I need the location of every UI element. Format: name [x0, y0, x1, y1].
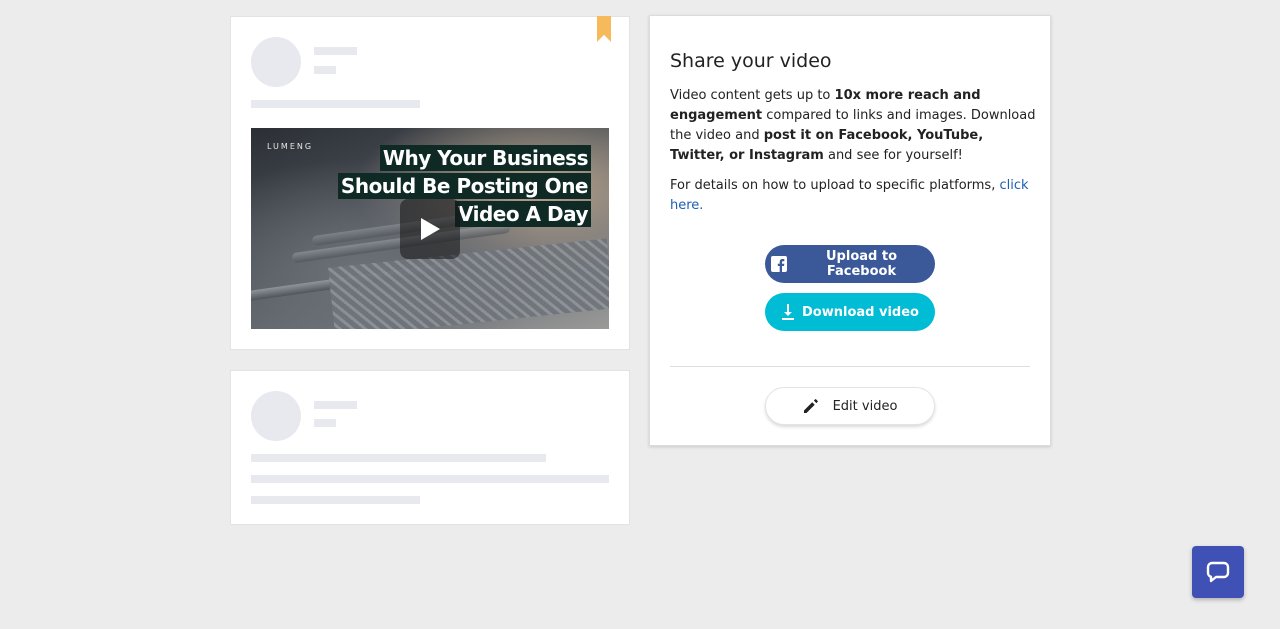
share-details-text: For details on how to upload to specific…	[670, 176, 1040, 216]
edit-video-label: Edit video	[832, 398, 898, 414]
meta-placeholder	[314, 419, 336, 427]
video-headline-line: Should Be Posting One	[337, 173, 591, 199]
video-headline: Why Your Business Should Be Posting One …	[337, 145, 591, 229]
video-brand-text: LUMENG	[267, 142, 314, 151]
upload-to-facebook-label: Upload to Facebook	[826, 249, 897, 279]
text-placeholder	[251, 475, 609, 483]
name-placeholder	[314, 401, 357, 409]
text-placeholder	[251, 100, 420, 108]
post-preview-card: LUMENG Why Your Business Should Be Posti…	[230, 16, 630, 350]
intro-text-part: Video content gets up to	[670, 88, 835, 103]
chat-widget-button[interactable]	[1192, 546, 1244, 598]
video-headline-line: Why Your Business	[379, 145, 591, 171]
name-placeholder	[314, 47, 357, 55]
download-video-label: Download video	[802, 304, 919, 320]
avatar-placeholder	[251, 391, 301, 441]
details-text: For details on how to upload to specific…	[670, 178, 1000, 193]
pencil-icon	[803, 398, 819, 414]
share-video-panel: Share your video Video content gets up t…	[649, 15, 1051, 446]
intro-text-part: and see for yourself!	[823, 148, 963, 163]
chat-bubble-icon	[1206, 561, 1230, 583]
bookmark-ribbon-icon	[597, 16, 611, 42]
text-placeholder	[251, 454, 546, 462]
facebook-icon	[771, 256, 787, 272]
play-icon	[421, 218, 440, 240]
download-icon	[781, 304, 795, 320]
post-placeholder-card	[230, 370, 630, 525]
text-placeholder	[251, 496, 420, 504]
edit-video-button[interactable]: Edit video	[765, 387, 935, 425]
download-video-button[interactable]: Download video	[765, 293, 935, 331]
meta-placeholder	[314, 66, 336, 74]
avatar-placeholder	[251, 37, 301, 87]
upload-to-facebook-button[interactable]: Upload to Facebook	[765, 245, 935, 283]
play-button[interactable]	[400, 199, 460, 259]
video-thumbnail[interactable]: LUMENG Why Your Business Should Be Posti…	[251, 128, 609, 329]
video-headline-line: Video A Day	[454, 201, 591, 227]
divider	[670, 366, 1030, 367]
share-intro-text: Video content gets up to 10x more reach …	[670, 86, 1040, 166]
share-panel-title: Share your video	[670, 50, 832, 72]
